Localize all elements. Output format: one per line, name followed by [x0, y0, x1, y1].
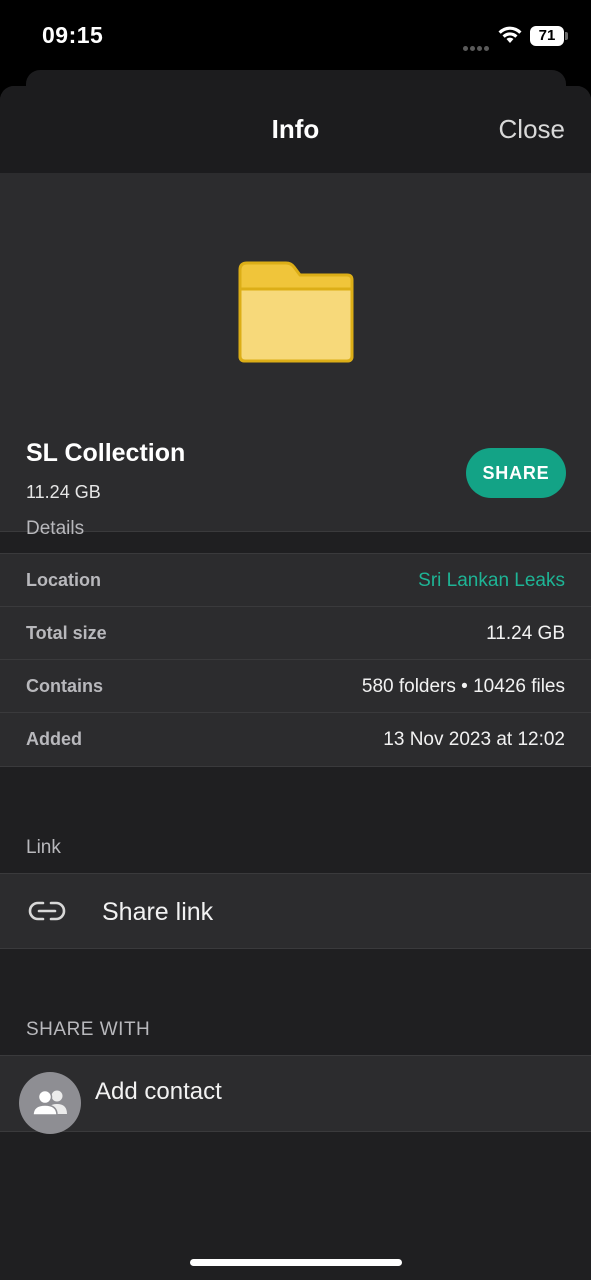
detail-label: Total size — [26, 623, 107, 643]
item-summary: SL Collection 11.24 GB SHARE — [0, 174, 591, 532]
folder-icon — [238, 261, 354, 363]
battery-level: 71 — [530, 26, 564, 46]
link-section-header: Link — [26, 837, 61, 858]
status-time: 09:15 — [42, 22, 104, 48]
cellular-signal-icon — [463, 38, 491, 51]
detail-row-contains: Contains 580 folders • 10426 files — [0, 660, 591, 713]
wifi-icon — [498, 26, 522, 43]
share-with-section-header: SHARE WITH — [26, 1019, 151, 1040]
detail-row-total-size: Total size 11.24 GB — [0, 607, 591, 660]
share-link-label: Share link — [102, 898, 214, 926]
close-button[interactable]: Close — [499, 114, 565, 145]
add-contact-label: Add contact — [95, 1078, 222, 1105]
item-name: SL Collection — [26, 439, 186, 467]
status-bar: 09:15 71 — [0, 0, 591, 70]
nav-bar: Info Close — [0, 86, 591, 174]
add-contact-row[interactable]: Add contact — [0, 1055, 591, 1134]
detail-value: 580 folders • 10426 files — [361, 676, 565, 697]
location-link[interactable]: Sri Lankan Leaks — [418, 570, 565, 592]
detail-label: Location — [26, 570, 101, 590]
detail-label: Added — [26, 729, 82, 749]
detail-value: 13 Nov 2023 at 12:02 — [383, 729, 565, 750]
details-section-header: Details — [26, 518, 85, 539]
item-size: 11.24 GB — [26, 482, 101, 502]
share-button[interactable]: SHARE — [466, 448, 566, 498]
link-icon — [28, 901, 66, 921]
detail-row-added: Added 13 Nov 2023 at 12:02 — [0, 713, 591, 766]
battery-icon: 71 — [530, 26, 568, 46]
detail-row-location: Location Sri Lankan Leaks — [0, 554, 591, 607]
share-link-row[interactable]: Share link — [0, 873, 591, 949]
detail-label: Contains — [26, 676, 104, 696]
home-indicator[interactable] — [190, 1259, 402, 1266]
contacts-icon — [33, 1089, 67, 1116]
detail-value: 11.24 GB — [486, 623, 565, 644]
contacts-avatar — [19, 1072, 81, 1134]
details-table: Location Sri Lankan Leaks Total size 11.… — [0, 553, 591, 767]
